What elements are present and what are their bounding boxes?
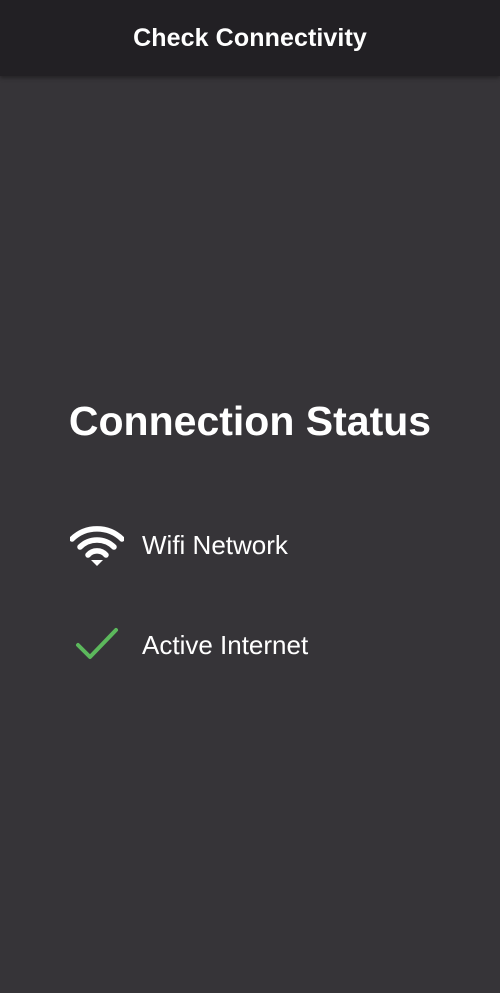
wifi-icon xyxy=(70,523,124,567)
main-content: Connection Status Wifi Network Active In… xyxy=(0,76,500,993)
check-icon xyxy=(70,623,124,667)
app-bar: Check Connectivity xyxy=(0,0,500,76)
status-item-wifi: Wifi Network xyxy=(70,523,288,567)
status-item-internet: Active Internet xyxy=(70,623,308,667)
connection-status-heading: Connection Status xyxy=(68,398,432,444)
app-title: Check Connectivity xyxy=(133,23,367,52)
wifi-network-label: Wifi Network xyxy=(142,529,288,560)
active-internet-label: Active Internet xyxy=(142,629,309,660)
